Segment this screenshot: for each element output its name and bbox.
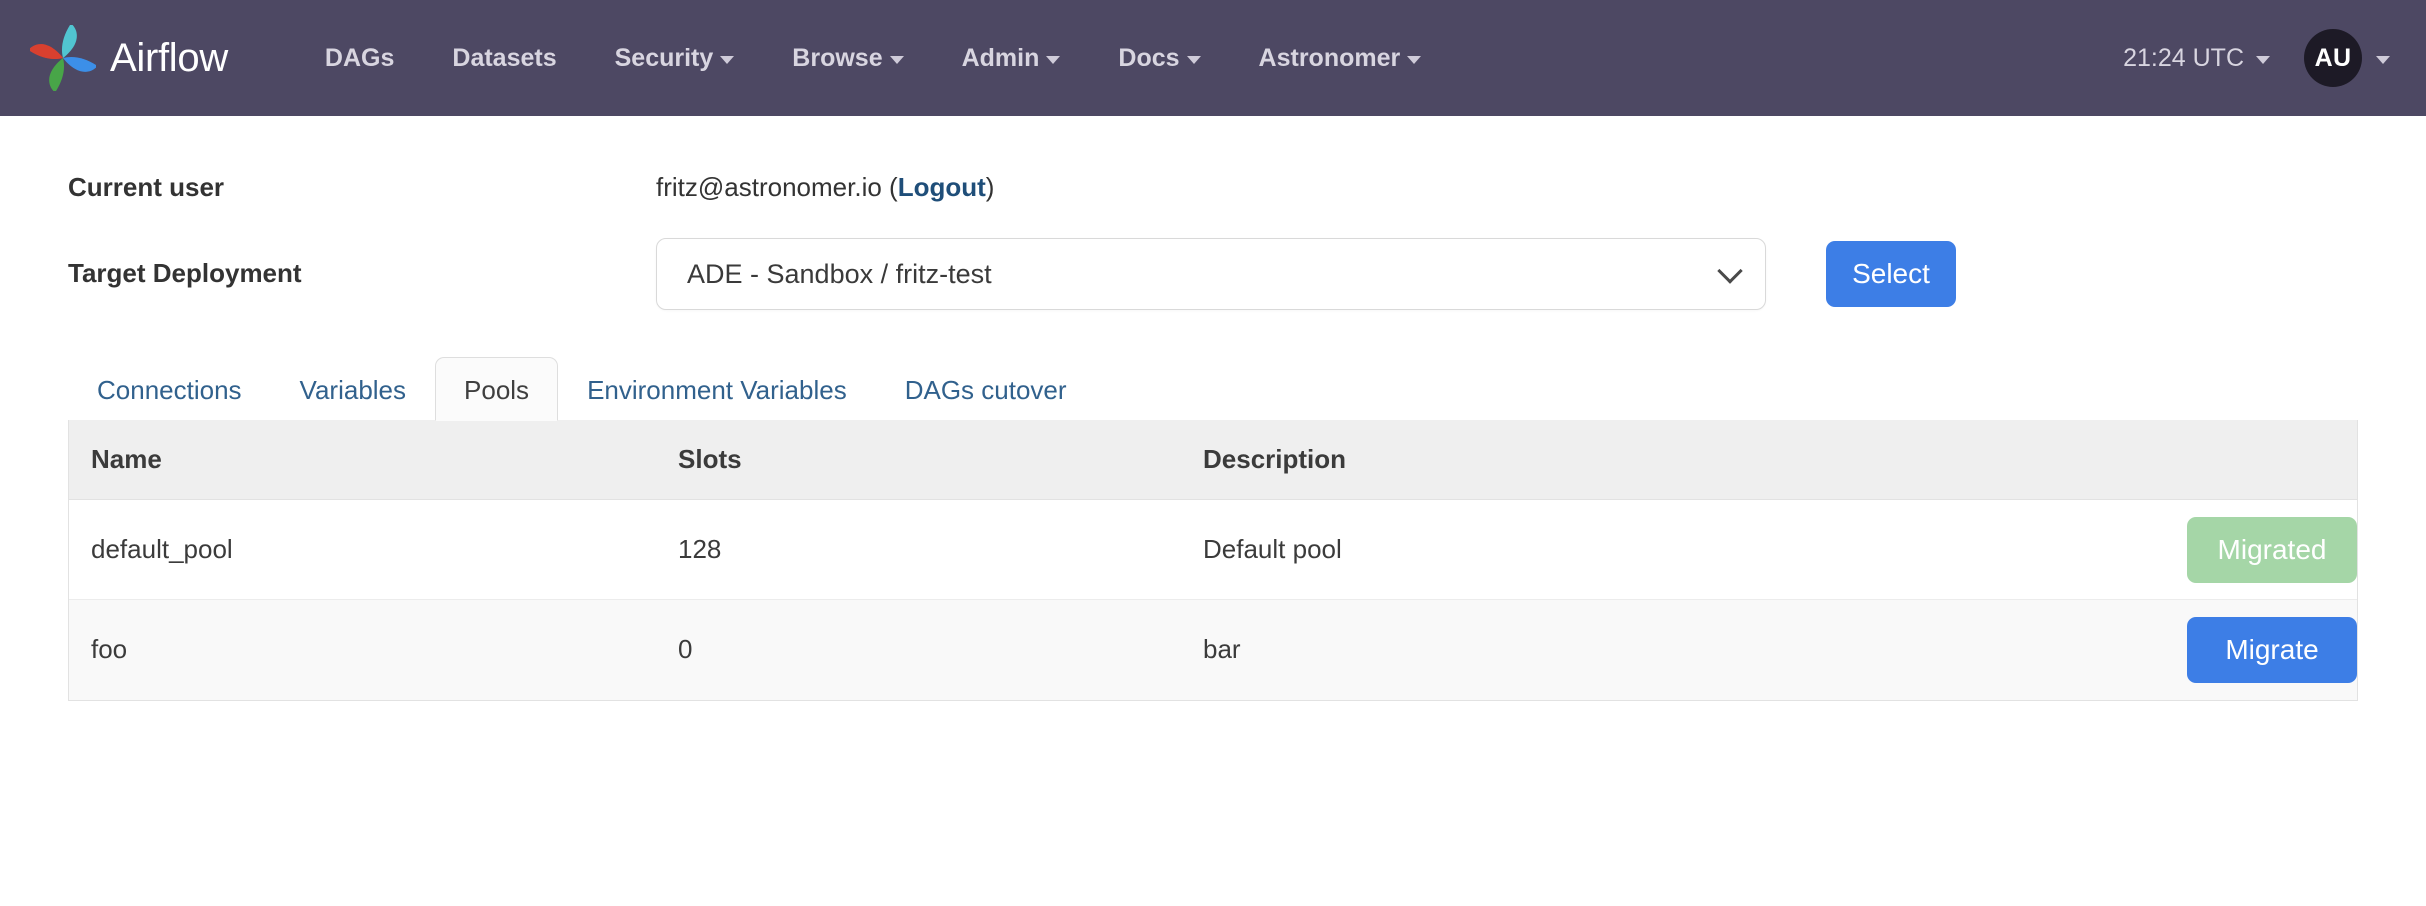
cell-pool-name: foo <box>69 599 656 700</box>
user-menu-button[interactable]: AU <box>2304 29 2390 87</box>
cell-pool-name: default_pool <box>69 499 656 600</box>
pools-table-body: default_pool 128 Default pool Migrated f… <box>69 499 2357 700</box>
brand-home-link[interactable]: Airflow <box>30 25 228 91</box>
cell-pool-action: Migrated <box>2027 499 2357 600</box>
column-header-slots: Slots <box>656 420 1181 500</box>
cell-pool-action: Migrate <box>2027 599 2357 700</box>
target-deployment-label: Target Deployment <box>68 258 302 289</box>
chevron-down-icon <box>720 56 735 64</box>
table-row: default_pool 128 Default pool Migrated <box>69 499 2357 600</box>
nav-link-dags[interactable]: DAGs <box>296 43 423 72</box>
target-deployment-selected-value: ADE - Sandbox / fritz-test <box>687 258 992 289</box>
current-user-label: Current user <box>68 172 225 203</box>
timezone-clock-label: 21:24 UTC <box>2123 43 2244 72</box>
nav-links: DAGs Datasets Security Browse Admin Docs… <box>296 43 1451 72</box>
avatar: AU <box>2304 29 2362 87</box>
pools-table: Name Slots Description default_pool 128 … <box>69 420 2357 700</box>
cell-pool-description: bar <box>1181 599 2027 700</box>
nav-link-datasets-label: Datasets <box>452 43 557 72</box>
nav-link-security[interactable]: Security <box>586 43 764 72</box>
nav-link-astronomer[interactable]: Astronomer <box>1230 43 1451 72</box>
navbar-right-group: 21:24 UTC AU <box>2123 29 2390 87</box>
chevron-down-icon <box>1407 56 1422 64</box>
logout-paren-close: ) <box>985 172 995 203</box>
nav-link-admin-label: Admin <box>961 43 1040 72</box>
table-header-row: Name Slots Description <box>69 420 2357 500</box>
chevron-down-icon <box>1717 258 1743 284</box>
pools-table-container: Name Slots Description default_pool 128 … <box>68 420 2358 701</box>
tab-pools[interactable]: Pools <box>435 356 559 421</box>
nav-link-security-label: Security <box>614 43 714 72</box>
target-deployment-row: Target Deployment ADE - Sandbox / fritz-… <box>68 238 2358 310</box>
cell-pool-slots: 128 <box>656 499 1181 600</box>
pools-table-head: Name Slots Description <box>69 420 2357 500</box>
select-deployment-button[interactable]: Select <box>1826 241 1956 307</box>
cell-pool-slots: 0 <box>656 599 1181 700</box>
nav-link-dags-label: DAGs <box>324 43 395 72</box>
column-header-description: Description <box>1181 420 2027 500</box>
migrated-status-button[interactable]: Migrated <box>2187 516 2357 583</box>
nav-link-docs-label: Docs <box>1118 43 1180 72</box>
tab-bar: Connections Variables Pools Environment … <box>68 354 2358 422</box>
column-header-name: Name <box>69 420 656 500</box>
page-content: Current user fritz@astronomer.io (Logout… <box>0 160 2426 701</box>
timezone-clock-button[interactable]: 21:24 UTC <box>2123 44 2270 73</box>
chevron-down-icon <box>2376 56 2390 64</box>
brand-title: Airflow <box>110 36 228 80</box>
nav-link-astronomer-label: Astronomer <box>1258 43 1401 72</box>
current-user-row: Current user fritz@astronomer.io (Logout… <box>68 160 2358 216</box>
chevron-down-icon <box>889 56 904 64</box>
tab-connections[interactable]: Connections <box>68 357 271 422</box>
top-navbar: Airflow DAGs Datasets Security Browse Ad… <box>0 0 2426 116</box>
logout-link[interactable]: Logout <box>898 172 986 202</box>
logout-paren-open: ( <box>889 172 898 203</box>
nav-link-docs[interactable]: Docs <box>1089 43 1229 72</box>
current-user-value: fritz@astronomer.io (Logout) <box>656 172 994 203</box>
target-deployment-select[interactable]: ADE - Sandbox / fritz-test <box>656 238 1766 310</box>
nav-link-browse-label: Browse <box>792 43 883 72</box>
table-row: foo 0 bar Migrate <box>69 599 2357 700</box>
nav-link-browse[interactable]: Browse <box>763 43 932 72</box>
cell-pool-description: Default pool <box>1181 499 2027 600</box>
chevron-down-icon <box>2256 56 2270 64</box>
airflow-pinwheel-logo-icon <box>30 25 96 91</box>
nav-link-datasets[interactable]: Datasets <box>423 43 585 72</box>
tab-environment-variables[interactable]: Environment Variables <box>558 357 876 422</box>
column-header-action <box>2027 420 2357 500</box>
chevron-down-icon <box>1186 56 1201 64</box>
tab-dags-cutover[interactable]: DAGs cutover <box>876 357 1096 422</box>
nav-link-admin[interactable]: Admin <box>933 43 1090 72</box>
migrate-button[interactable]: Migrate <box>2187 616 2357 683</box>
tab-variables[interactable]: Variables <box>271 357 435 422</box>
current-user-email: fritz@astronomer.io <box>656 172 882 203</box>
chevron-down-icon <box>1046 56 1061 64</box>
